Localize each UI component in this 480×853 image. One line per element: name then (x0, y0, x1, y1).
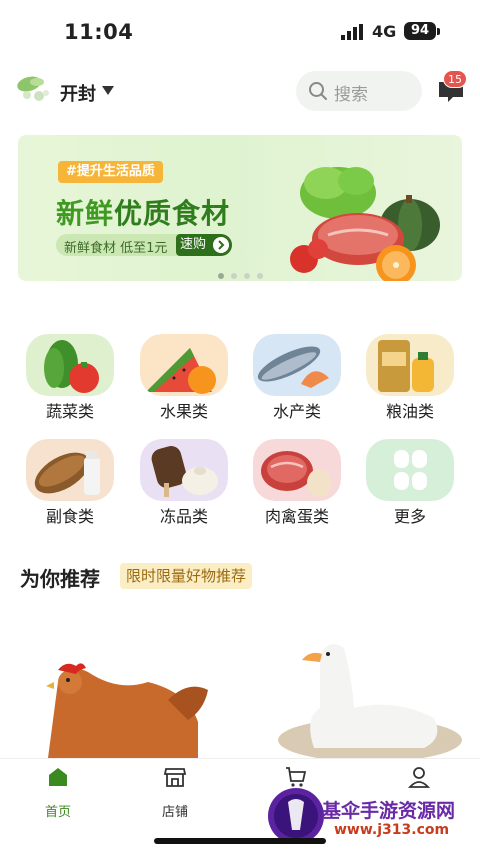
category-more[interactable]: 更多 (366, 439, 454, 535)
duck-image (278, 644, 462, 758)
category-label: 蔬菜类 (45, 402, 94, 421)
bread-milk-icon (26, 439, 114, 501)
search-icon (309, 82, 327, 100)
tab-label: 店铺 (161, 805, 188, 820)
watermark-text: 基伞手游资源网 (322, 800, 456, 822)
category-seafood[interactable]: 水产类 (253, 334, 341, 430)
banner-subtitle: 新鲜食材 低至1元 (64, 241, 168, 256)
category-label: 肉禽蛋类 (264, 507, 329, 526)
banner-title: 新鲜优质食材 (56, 192, 230, 232)
more-grid-icon (366, 439, 454, 501)
tab-home[interactable]: 首页 (18, 765, 98, 825)
banner-cta-label: 速购 (180, 237, 207, 252)
category-bread-milk[interactable]: 副食类 (26, 439, 114, 535)
grain-oil-icon (366, 334, 454, 396)
category-grain-oil[interactable]: 粮油类 (366, 334, 454, 430)
category-vegetables[interactable]: 蔬菜类 (26, 334, 114, 430)
category-label: 副食类 (45, 507, 94, 526)
tab-store[interactable]: 店铺 (135, 765, 215, 825)
category-fruits[interactable]: 水果类 (140, 334, 228, 430)
hen-image (46, 663, 208, 758)
search-placeholder: 搜索 (334, 85, 368, 105)
banner-title-highlight: 新鲜 (56, 197, 115, 230)
category-frozen[interactable]: 冻品类 (140, 439, 228, 535)
category-label: 水产类 (272, 402, 321, 421)
category-label: 冻品类 (159, 507, 208, 526)
search-input[interactable]: 搜索 (296, 71, 422, 111)
arrow-right-icon (213, 237, 229, 253)
banner-subtitle-pill: 新鲜食材 低至1元 速购 (56, 234, 232, 256)
recommend-tag: 限时限量好物推荐 (120, 563, 253, 589)
store-icon (163, 768, 187, 787)
battery-tip (437, 28, 440, 35)
product-card-duck[interactable] (250, 610, 462, 758)
signal-icon (341, 24, 363, 40)
meat-egg-icon (253, 439, 341, 501)
frozen-icon (140, 439, 228, 501)
vegetables-icon (26, 334, 114, 396)
message-badge: 15 (443, 70, 467, 88)
product-card-hen[interactable] (18, 610, 230, 758)
home-icon (49, 768, 67, 786)
seafood-icon (253, 334, 341, 396)
app-logo-icon (17, 76, 49, 101)
header: 开封 搜索 15 (0, 62, 480, 124)
status-time: 11:04 (64, 20, 134, 44)
banner-tag: #提升生活品质 (58, 161, 163, 183)
category-label: 更多 (393, 507, 426, 526)
category-label: 水果类 (159, 402, 208, 421)
network-type: 4G (372, 22, 397, 41)
fresh-food-illustration (290, 167, 440, 281)
city-name: 开封 (60, 84, 96, 105)
home-indicator (154, 838, 326, 844)
watermark-url: www.j313.com (334, 822, 450, 838)
battery-indicator: 94 (404, 22, 436, 40)
tab-label: 首页 (44, 805, 71, 820)
category-meat-egg[interactable]: 肉禽蛋类 (253, 439, 341, 535)
category-label: 粮油类 (385, 402, 434, 421)
banner-buy-button[interactable]: 速购 (176, 234, 232, 256)
promo-banner[interactable]: #提升生活品质 新鲜优质食材 新鲜食材 低至1元 速购 (18, 135, 462, 281)
caret-down-icon (102, 86, 114, 95)
status-bar: 11:04 4G 94 (0, 0, 480, 62)
banner-pagination (218, 273, 263, 279)
fruits-icon (140, 334, 228, 396)
banner-title-rest: 优质食材 (114, 197, 231, 230)
recommend-title: 为你推荐 (20, 567, 100, 591)
